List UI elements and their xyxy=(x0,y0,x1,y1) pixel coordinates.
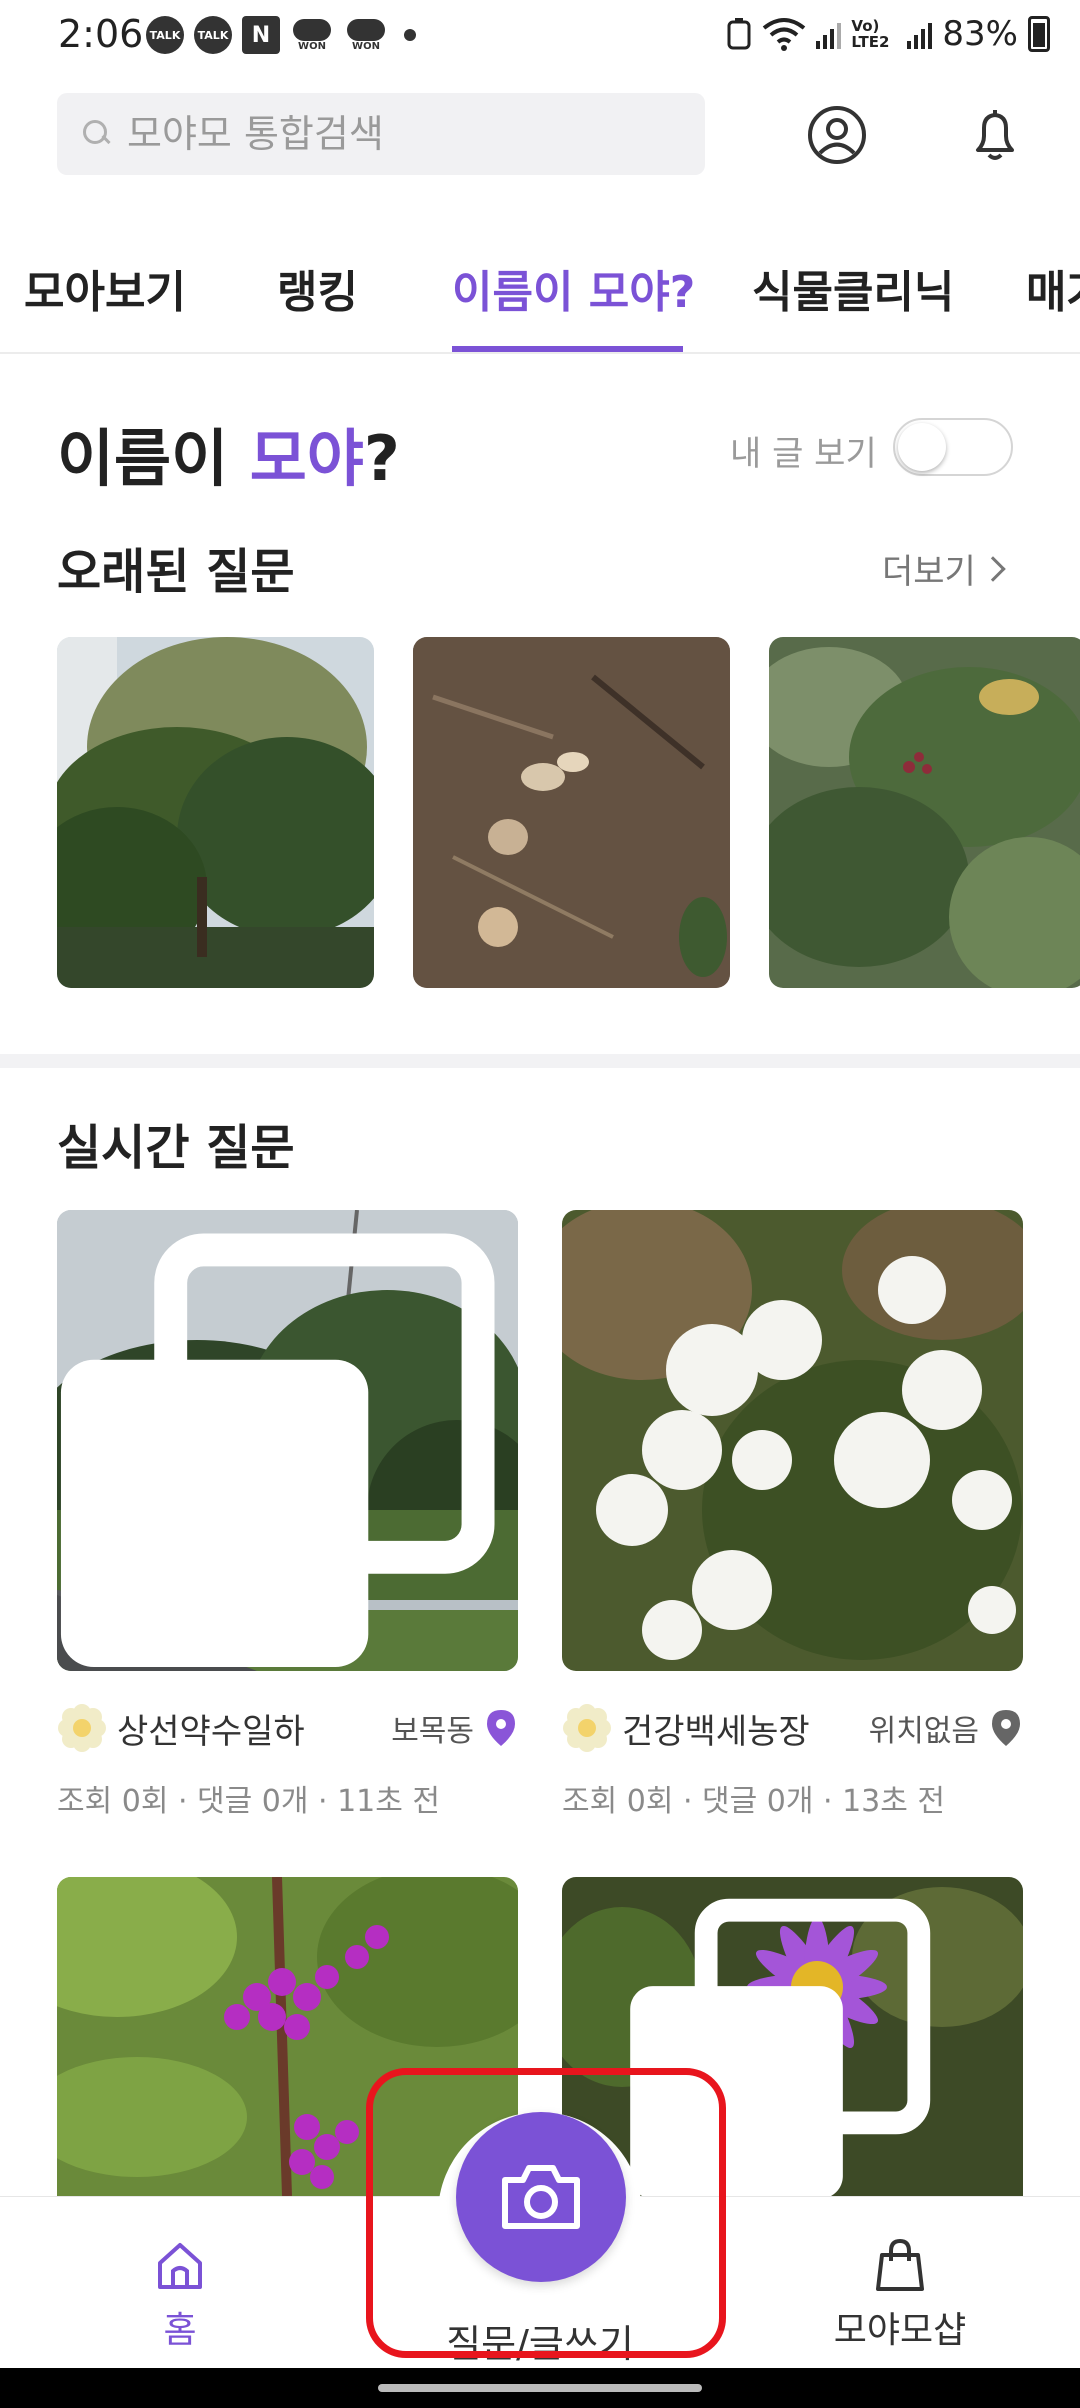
live-question-image[interactable] xyxy=(57,1210,518,1671)
location-pin-icon xyxy=(487,1710,515,1746)
status-time: 2:06 xyxy=(58,12,144,56)
signal-icon xyxy=(907,19,933,49)
shopping-bag-icon xyxy=(876,2238,924,2291)
tab-collection[interactable]: 모아보기 xyxy=(24,256,186,320)
tab-name-question[interactable]: 이름이 모야? xyxy=(452,256,695,320)
my-posts-label: 내 글 보기 xyxy=(730,434,877,474)
tab-ranking[interactable]: 랭킹 xyxy=(277,256,358,320)
search-icon xyxy=(81,118,113,150)
category-tabs: 모아보기 랭킹 이름이 모야? 식물클리닉 매거 xyxy=(0,238,1080,354)
location-label: 위치없음 xyxy=(868,1714,979,1749)
status-bar: 2:06 TALK TALK N WON WON Vo) LTE2 83% xyxy=(0,0,1080,76)
author-nickname[interactable]: 건강백세농장 xyxy=(622,1704,869,1753)
recycle-icon xyxy=(727,18,751,50)
nav-home-label: 홈 xyxy=(163,2310,197,2351)
toggle-knob xyxy=(898,423,946,471)
live-question-stats: 조회 0회 · 댓글 0개 · 11초 전 xyxy=(57,1784,440,1819)
profile-icon[interactable] xyxy=(806,104,868,166)
more-notifications-dot xyxy=(404,29,416,41)
author-nickname[interactable]: 상선약수일하 xyxy=(117,1704,391,1753)
more-button[interactable]: 더보기 xyxy=(882,544,1006,593)
search-bar[interactable] xyxy=(57,93,705,175)
active-tab-indicator xyxy=(452,346,683,352)
signal-icon xyxy=(816,19,842,49)
nav-shop[interactable]: 모야모샵 xyxy=(800,2237,1000,2353)
tab-plant-clinic[interactable]: 식물클리닉 xyxy=(752,256,954,320)
camera-icon xyxy=(502,2165,580,2229)
nav-shop-label: 모야모샵 xyxy=(833,2310,967,2351)
network-label: Vo) LTE2 xyxy=(851,17,890,51)
live-question-image[interactable] xyxy=(57,1877,518,2196)
navigation-gesture-bar xyxy=(0,2368,1080,2408)
chevron-right-icon xyxy=(980,555,1006,582)
live-question-image[interactable] xyxy=(562,1210,1023,1671)
search-input[interactable] xyxy=(127,112,687,156)
page-title: 이름이 모야? xyxy=(57,422,400,495)
won-icon: WON xyxy=(344,16,388,54)
old-question-thumbnail[interactable] xyxy=(57,637,374,988)
battery-percent: 83% xyxy=(942,14,1018,54)
nav-home[interactable]: 홈 xyxy=(80,2237,280,2353)
old-question-thumbnail[interactable] xyxy=(769,637,1080,988)
live-question-meta: 상선약수일하 보목동 xyxy=(57,1698,518,1758)
multiple-images-icon xyxy=(630,1898,931,2196)
nav-write-label[interactable]: 질문/글쓰기 xyxy=(400,2313,680,2368)
home-gesture-handle[interactable] xyxy=(378,2384,702,2392)
section-divider xyxy=(0,1054,1080,1068)
location-label: 보목동 xyxy=(391,1714,474,1749)
notification-icons: TALK TALK N WON WON xyxy=(146,16,416,54)
bell-icon[interactable] xyxy=(964,104,1026,166)
system-icons: Vo) LTE2 83% xyxy=(726,14,1050,54)
my-posts-toggle[interactable] xyxy=(893,418,1013,476)
live-question-image[interactable] xyxy=(562,1877,1023,2196)
old-question-thumbnail[interactable] xyxy=(413,637,730,988)
live-questions-title: 실시간 질문 xyxy=(57,1120,295,1176)
live-question-stats: 조회 0회 · 댓글 0개 · 13초 전 xyxy=(562,1784,945,1819)
kakaotalk-icon: TALK xyxy=(194,16,232,54)
home-icon xyxy=(158,2243,202,2289)
wifi-icon xyxy=(763,18,806,51)
camera-button[interactable] xyxy=(456,2112,626,2282)
battery-icon xyxy=(1028,16,1050,52)
multiple-images-icon xyxy=(60,1233,495,1668)
won-icon: WON xyxy=(290,16,334,54)
live-question-meta: 건강백세농장 위치없음 xyxy=(562,1698,1023,1758)
kakaotalk-icon: TALK xyxy=(146,16,184,54)
location-pin-icon xyxy=(992,1710,1020,1746)
naver-icon: N xyxy=(242,16,280,54)
old-questions-title: 오래된 질문 xyxy=(57,544,295,600)
tab-magazine[interactable]: 매거 xyxy=(1026,256,1080,320)
flower-level-icon xyxy=(58,1704,106,1752)
flower-level-icon xyxy=(563,1704,611,1752)
